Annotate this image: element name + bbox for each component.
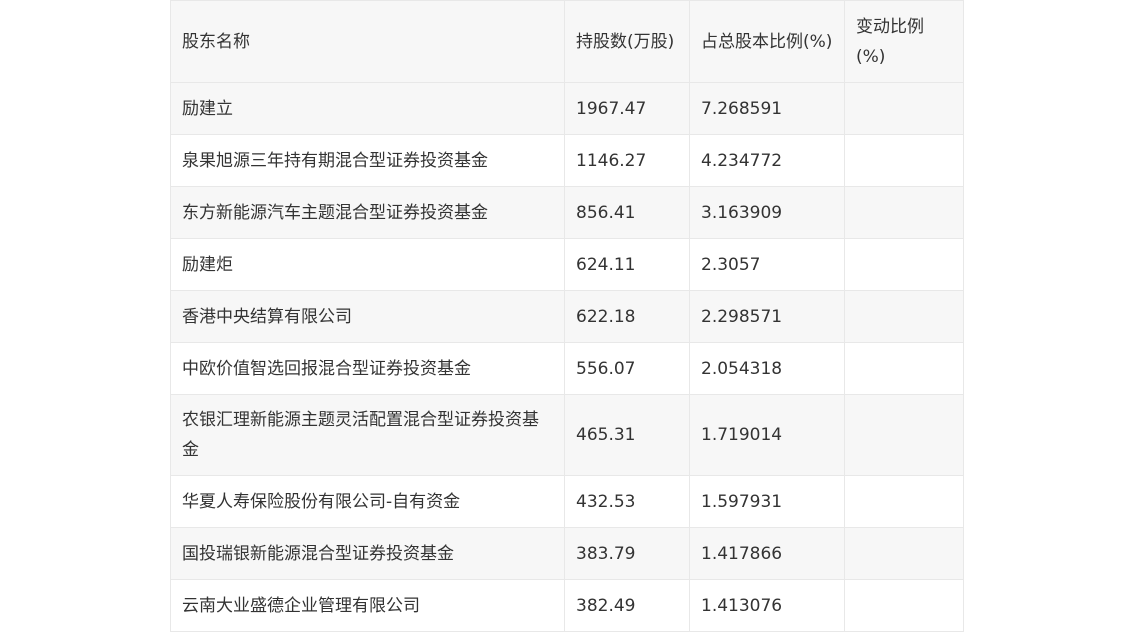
shareholder-table-container: 股东名称 持股数(万股) 占总股本比例(%) 变动比例(%) 励建立 1967.… <box>170 0 964 632</box>
table-row: 国投瑞银新能源混合型证券投资基金 383.79 1.417866 <box>170 527 964 580</box>
cell-shares: 856.41 <box>564 186 690 239</box>
table-row: 云南大业盛德企业管理有限公司 382.49 1.413076 <box>170 579 964 632</box>
cell-shareholder-name: 励建立 <box>170 82 565 135</box>
table-row: 东方新能源汽车主题混合型证券投资基金 856.41 3.163909 <box>170 186 964 239</box>
cell-shareholder-name: 云南大业盛德企业管理有限公司 <box>170 579 565 632</box>
cell-shareholder-name: 泉果旭源三年持有期混合型证券投资基金 <box>170 134 565 187</box>
table-row: 泉果旭源三年持有期混合型证券投资基金 1146.27 4.234772 <box>170 134 964 187</box>
cell-shares: 622.18 <box>564 290 690 343</box>
cell-shares: 432.53 <box>564 475 690 528</box>
cell-shareholder-name: 农银汇理新能源主题灵活配置混合型证券投资基金 <box>170 394 565 476</box>
header-shares: 持股数(万股) <box>564 0 690 83</box>
cell-share-ratio: 2.3057 <box>689 238 845 291</box>
cell-change-ratio <box>844 579 964 632</box>
cell-shareholder-name: 励建炬 <box>170 238 565 291</box>
cell-shares: 383.79 <box>564 527 690 580</box>
cell-share-ratio: 4.234772 <box>689 134 845 187</box>
cell-share-ratio: 1.597931 <box>689 475 845 528</box>
cell-shareholder-name: 东方新能源汽车主题混合型证券投资基金 <box>170 186 565 239</box>
cell-change-ratio <box>844 475 964 528</box>
cell-change-ratio <box>844 290 964 343</box>
table-header-row: 股东名称 持股数(万股) 占总股本比例(%) 变动比例(%) <box>170 0 964 83</box>
cell-shareholder-name: 国投瑞银新能源混合型证券投资基金 <box>170 527 565 580</box>
table-row: 励建炬 624.11 2.3057 <box>170 238 964 291</box>
cell-shares: 1967.47 <box>564 82 690 135</box>
table-row: 励建立 1967.47 7.268591 <box>170 82 964 135</box>
cell-shares: 624.11 <box>564 238 690 291</box>
cell-shares: 556.07 <box>564 342 690 395</box>
table-row: 中欧价值智选回报混合型证券投资基金 556.07 2.054318 <box>170 342 964 395</box>
cell-change-ratio <box>844 394 964 476</box>
cell-change-ratio <box>844 527 964 580</box>
cell-change-ratio <box>844 134 964 187</box>
table-row: 香港中央结算有限公司 622.18 2.298571 <box>170 290 964 343</box>
cell-share-ratio: 2.298571 <box>689 290 845 343</box>
cell-shares: 382.49 <box>564 579 690 632</box>
cell-shares: 465.31 <box>564 394 690 476</box>
cell-shareholder-name: 香港中央结算有限公司 <box>170 290 565 343</box>
cell-change-ratio <box>844 238 964 291</box>
shareholder-table: 股东名称 持股数(万股) 占总股本比例(%) 变动比例(%) 励建立 1967.… <box>170 0 964 632</box>
cell-share-ratio: 2.054318 <box>689 342 845 395</box>
cell-share-ratio: 7.268591 <box>689 82 845 135</box>
cell-shareholder-name: 华夏人寿保险股份有限公司-自有资金 <box>170 475 565 528</box>
header-share-ratio: 占总股本比例(%) <box>689 0 845 83</box>
table-row: 华夏人寿保险股份有限公司-自有资金 432.53 1.597931 <box>170 475 964 528</box>
table-row: 农银汇理新能源主题灵活配置混合型证券投资基金 465.31 1.719014 <box>170 394 964 476</box>
cell-change-ratio <box>844 342 964 395</box>
cell-change-ratio <box>844 82 964 135</box>
cell-share-ratio: 1.417866 <box>689 527 845 580</box>
cell-shares: 1146.27 <box>564 134 690 187</box>
cell-change-ratio <box>844 186 964 239</box>
header-shareholder-name: 股东名称 <box>170 0 565 83</box>
cell-share-ratio: 1.413076 <box>689 579 845 632</box>
cell-share-ratio: 3.163909 <box>689 186 845 239</box>
cell-shareholder-name: 中欧价值智选回报混合型证券投资基金 <box>170 342 565 395</box>
cell-share-ratio: 1.719014 <box>689 394 845 476</box>
header-change-ratio: 变动比例(%) <box>844 0 964 83</box>
